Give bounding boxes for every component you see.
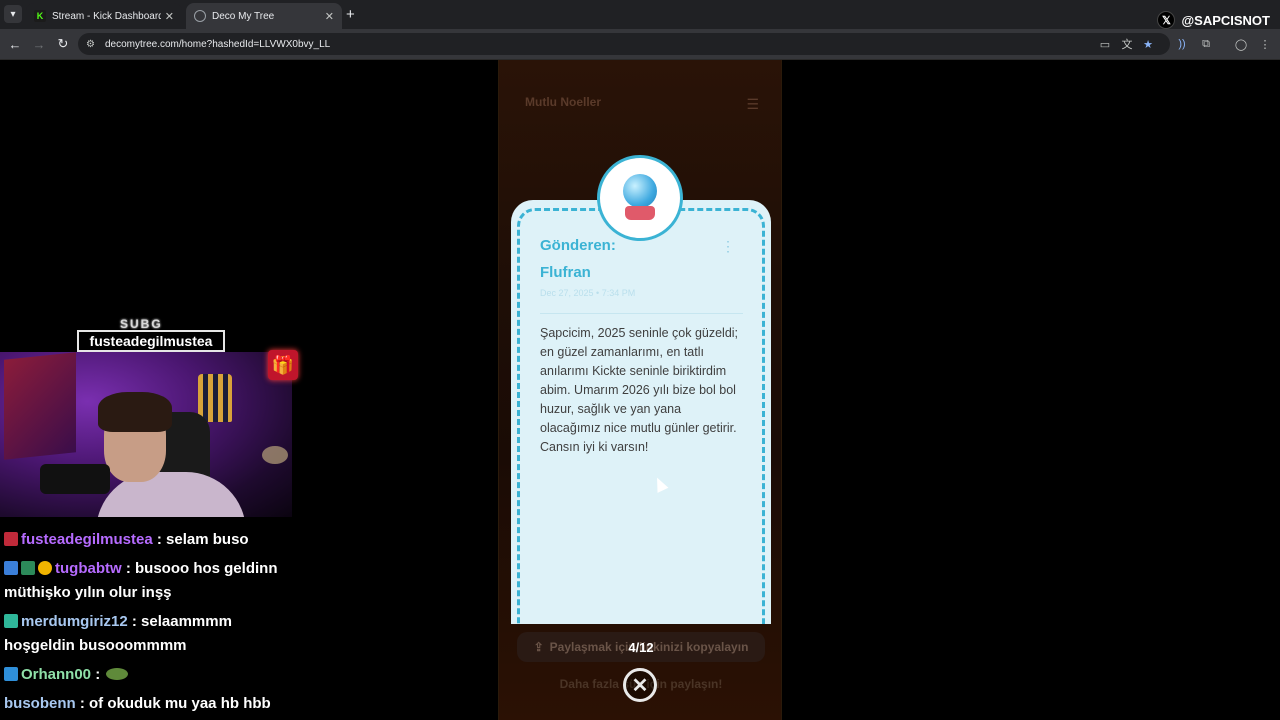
new-tab-button[interactable]: +	[346, 6, 355, 23]
page-counter: 4/12	[628, 640, 654, 655]
browser-toolbar: ← → ↻ ⚙ decomytree.com/home?hashedId=LLV…	[0, 29, 1280, 60]
chat-message: busobenn : of okuduk mu yaa hb hbb	[4, 692, 294, 716]
tab-search-dropdown-icon[interactable]: ▾	[4, 5, 22, 23]
chat-message: fusteadegilmustea : selam buso	[4, 528, 294, 552]
gift-icon: 🎁	[268, 350, 298, 380]
chat-username: busobenn	[4, 695, 76, 712]
x-handle-text: @SAPCISNOT	[1181, 12, 1270, 28]
streamer-hair	[98, 392, 172, 432]
close-letter-button[interactable]: ✕	[623, 668, 657, 702]
address-bar[interactable]: ⚙ decomytree.com/home?hashedId=LLVWX0bvy…	[78, 33, 1170, 55]
translate-icon[interactable]: 文	[1119, 36, 1135, 52]
sender-name: Flufran	[540, 264, 591, 281]
chat-username: tugbabtw	[55, 560, 122, 577]
reload-icon[interactable]: ↻	[54, 35, 72, 53]
tab-deco-my-tree[interactable]: Deco My Tree ✕	[186, 3, 342, 29]
chat-username: merdumgiriz12	[21, 613, 128, 630]
chat-text: : of okuduk mu yaa hb hbb	[79, 695, 271, 712]
sub-badge-icon	[4, 614, 18, 628]
site-title: Mutlu Noeller	[525, 95, 602, 109]
sub-badge: SUBG	[120, 317, 163, 331]
tab-kick-dashboard[interactable]: K Stream - Kick Dashboard ✕	[26, 3, 182, 29]
sender-label: Gönderen:	[540, 237, 616, 254]
kick-icon: K	[34, 10, 46, 22]
x-logo-icon: 𝕏	[1157, 11, 1176, 29]
chat-message: Orhann00 :	[4, 663, 294, 687]
url-text: decomytree.com/home?hashedId=LLVWX0bvy_L…	[104, 38, 331, 50]
snow-globe-ornament	[597, 155, 683, 241]
forward-arrow-icon[interactable]: →	[30, 35, 48, 53]
letter-options-icon[interactable]: ⋮	[721, 238, 735, 255]
chat-message: merdumgiriz12 : selaammmm hoşgeldin buso…	[4, 610, 294, 658]
bookmark-star-icon[interactable]: ★	[1140, 36, 1156, 52]
sub-badge-icon	[4, 532, 18, 546]
letter-message: Şapcicim, 2025 seninle çok güzeldi; en g…	[540, 326, 739, 454]
browser-tabbar: ▾ K Stream - Kick Dashboard ✕ Deco My Tr…	[0, 0, 1280, 29]
wall-art	[4, 352, 76, 460]
chat-username: fusteadegilmustea	[21, 531, 153, 548]
letter-date: Dec 27, 2025 • 7:34 PM	[540, 288, 636, 298]
tab-title: Deco My Tree	[212, 10, 275, 22]
chat-message: tugbabtw : busooo hos geldinn müthişko y…	[4, 557, 294, 605]
tab-title: Stream - Kick Dashboard	[52, 10, 161, 22]
screen: ▾ K Stream - Kick Dashboard ✕ Deco My Tr…	[0, 0, 1280, 720]
profile-icon[interactable]: ◯	[1233, 36, 1249, 52]
sub-badge-icon	[4, 667, 18, 681]
divider	[540, 313, 743, 314]
webcam-feed	[0, 352, 292, 517]
menu-dots-icon[interactable]: ⋮	[1257, 36, 1273, 52]
chat-username: Orhann00	[21, 666, 92, 683]
tab-close-icon[interactable]: ✕	[325, 10, 334, 23]
sub-alert-name: fusteadegilmustea	[77, 330, 225, 352]
snow-globe-icon	[623, 174, 657, 222]
back-arrow-icon[interactable]: ←	[6, 35, 24, 53]
globe-icon	[194, 10, 206, 22]
tab-close-icon[interactable]: ✕	[165, 10, 174, 23]
x-handle-overlay: 𝕏 @SAPCISNOT	[1157, 11, 1270, 29]
lamp	[262, 446, 288, 464]
frog-emote-icon	[106, 668, 129, 680]
hamburger-menu-icon[interactable]: ☰	[746, 96, 759, 113]
letter-card: Gönderen: Flufran Dec 27, 2025 • 7:34 PM…	[511, 200, 771, 624]
chat-text: : selam buso	[156, 531, 249, 548]
site-info-icon[interactable]: ⚙	[86, 39, 95, 50]
extension-active-icon[interactable]: ))	[1174, 36, 1190, 52]
extensions-puzzle-icon[interactable]: ⧉	[1198, 36, 1214, 52]
install-app-icon[interactable]: ▭	[1097, 36, 1113, 52]
framed-jersey	[198, 374, 232, 422]
sub-badge-icon	[4, 561, 18, 575]
gifter-badge-icon	[38, 561, 52, 575]
microphone	[40, 464, 110, 494]
verified-badge-icon	[21, 561, 35, 575]
chat-text: :	[95, 666, 101, 683]
